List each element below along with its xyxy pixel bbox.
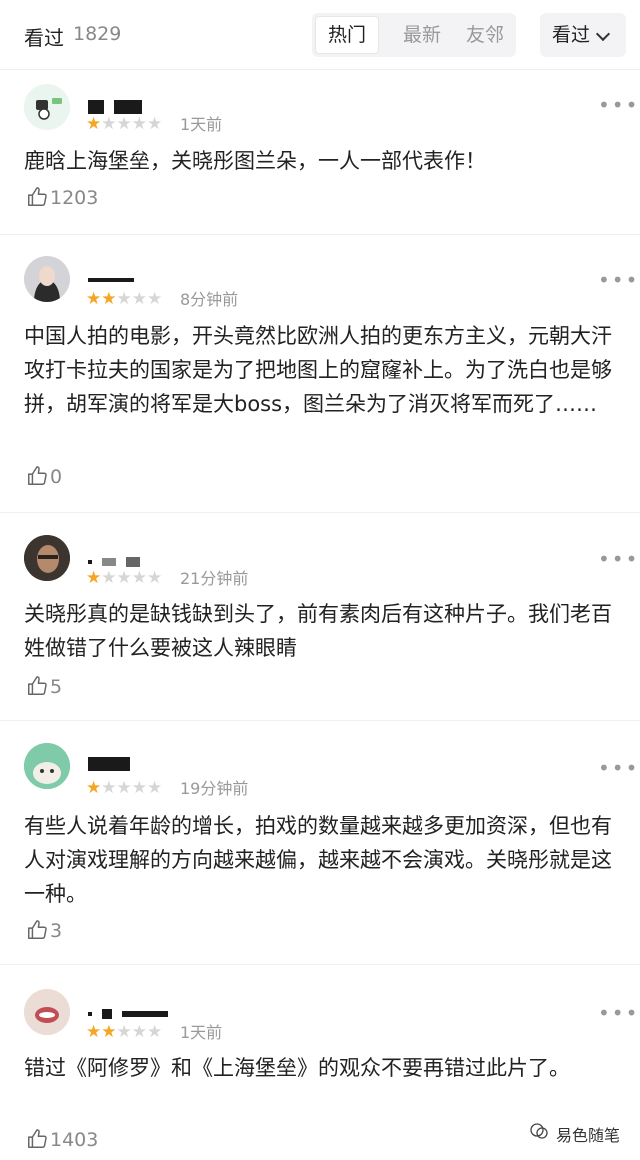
- like-count: 5: [50, 676, 63, 698]
- more-options-icon[interactable]: •••: [598, 1003, 639, 1023]
- avatar[interactable]: [24, 989, 70, 1035]
- review-time: 19分钟前: [180, 779, 249, 798]
- more-options-icon[interactable]: •••: [598, 549, 639, 569]
- review-text: 有些人说着年龄的增长，拍戏的数量越来越多更加资深，但也有人对演戏理解的方向越来越…: [24, 814, 612, 906]
- review-item: ★★★★★ 21分钟前 ••• 关晓彤真的是缺钱缺到头了，前有素肉后有这种片子。…: [0, 513, 640, 721]
- star-empty-icon: ★: [147, 1022, 163, 1042]
- watermark-text: 易色随笔: [556, 1126, 621, 1145]
- star-empty-icon: ★: [116, 114, 132, 134]
- like-button[interactable]: 0: [26, 465, 62, 489]
- review-time: 1天前: [180, 115, 223, 134]
- tab-latest[interactable]: 最新: [390, 19, 454, 51]
- seen-label: 看过: [24, 26, 64, 50]
- username-redacted: [88, 1003, 178, 1021]
- star-filled-icon: ★: [86, 1022, 102, 1042]
- status-filter-dropdown[interactable]: 看过: [540, 13, 626, 57]
- star-empty-icon: ★: [116, 778, 132, 798]
- like-count: 0: [50, 466, 63, 488]
- more-options-icon[interactable]: •••: [598, 95, 639, 115]
- review-time: 21分钟前: [180, 569, 249, 588]
- review-text: 鹿晗上海堡垒，关晓彤图兰朵，一人一部代表作！: [24, 149, 486, 173]
- review-text: 关晓彤真的是缺钱缺到头了，前有素肉后有这种片子。我们老百姓做错了什么要被这人辣眼…: [24, 602, 612, 660]
- star-empty-icon: ★: [131, 778, 147, 798]
- thumbs-up-icon: [28, 466, 47, 485]
- filter-label: 看过: [552, 24, 591, 46]
- star-filled-icon: ★: [86, 568, 102, 588]
- star-empty-icon: ★: [131, 1022, 147, 1042]
- review-text: 中国人拍的电影，开头竟然比欧洲人拍的更东方主义，元朝大汗攻打卡拉夫的国家是为了把…: [24, 324, 612, 416]
- like-button[interactable]: 1403: [26, 1128, 98, 1152]
- username-redacted: [88, 269, 144, 287]
- like-button[interactable]: 3: [26, 919, 62, 943]
- tab-friends[interactable]: 友邻: [457, 19, 513, 51]
- wechat-logo-icon: [530, 1123, 548, 1139]
- more-options-icon[interactable]: •••: [598, 270, 639, 290]
- like-count: 1403: [50, 1129, 99, 1151]
- star-rating: ★★★★★: [86, 568, 162, 588]
- review-item: ★★★★★ 8分钟前 ••• 中国人拍的电影，开头竟然比欧洲人拍的更东方主义，元…: [0, 235, 640, 513]
- star-empty-icon: ★: [116, 1022, 132, 1042]
- star-rating: ★★★★★: [86, 289, 162, 309]
- star-filled-icon: ★: [101, 1022, 117, 1042]
- review-header: 看过 1829 热门 最新 友邻 看过: [0, 0, 640, 70]
- like-count: 3: [50, 920, 63, 942]
- sort-tabs: 热门 最新 友邻: [312, 13, 516, 57]
- like-button[interactable]: 5: [26, 675, 62, 699]
- star-empty-icon: ★: [101, 778, 117, 798]
- star-empty-icon: ★: [147, 568, 163, 588]
- star-filled-icon: ★: [101, 289, 117, 309]
- seen-count: 1829: [73, 23, 122, 45]
- chevron-down-icon: [595, 26, 611, 42]
- thumbs-up-icon: [28, 676, 47, 695]
- avatar[interactable]: [24, 535, 70, 581]
- star-rating: ★★★★★: [86, 778, 162, 798]
- star-empty-icon: ★: [131, 289, 147, 309]
- star-empty-icon: ★: [147, 114, 163, 134]
- avatar[interactable]: [24, 743, 70, 789]
- star-filled-icon: ★: [86, 114, 102, 134]
- username-redacted: [88, 96, 152, 114]
- thumbs-up-icon: [28, 920, 47, 939]
- star-empty-icon: ★: [116, 289, 132, 309]
- star-filled-icon: ★: [86, 289, 102, 309]
- star-empty-icon: ★: [147, 289, 163, 309]
- like-count: 1203: [50, 187, 99, 209]
- review-item: ★★★★★ 19分钟前 ••• 有些人说着年龄的增长，拍戏的数量越来越多更加资深…: [0, 721, 640, 965]
- review-item: ★★★★★ 1天前 ••• 鹿晗上海堡垒，关晓彤图兰朵，一人一部代表作！ 120…: [0, 70, 640, 235]
- star-rating: ★★★★★: [86, 114, 162, 134]
- star-rating: ★★★★★: [86, 1022, 162, 1042]
- avatar[interactable]: [24, 84, 70, 130]
- avatar[interactable]: [24, 256, 70, 302]
- star-empty-icon: ★: [131, 114, 147, 134]
- review-time: 8分钟前: [180, 290, 239, 309]
- username-redacted: [88, 551, 150, 569]
- tab-hot[interactable]: 热门: [315, 16, 379, 54]
- star-filled-icon: ★: [86, 778, 102, 798]
- username-redacted: [88, 753, 140, 771]
- thumbs-up-icon: [28, 1129, 47, 1148]
- star-empty-icon: ★: [116, 568, 132, 588]
- star-empty-icon: ★: [101, 114, 117, 134]
- star-empty-icon: ★: [131, 568, 147, 588]
- star-empty-icon: ★: [101, 568, 117, 588]
- more-options-icon[interactable]: •••: [598, 758, 639, 778]
- like-button[interactable]: 1203: [26, 186, 98, 210]
- thumbs-up-icon: [28, 187, 47, 206]
- review-time: 1天前: [180, 1023, 223, 1042]
- review-text: 错过《阿修罗》和《上海堡垒》的观众不要再错过此片了。: [24, 1056, 570, 1080]
- star-empty-icon: ★: [147, 778, 163, 798]
